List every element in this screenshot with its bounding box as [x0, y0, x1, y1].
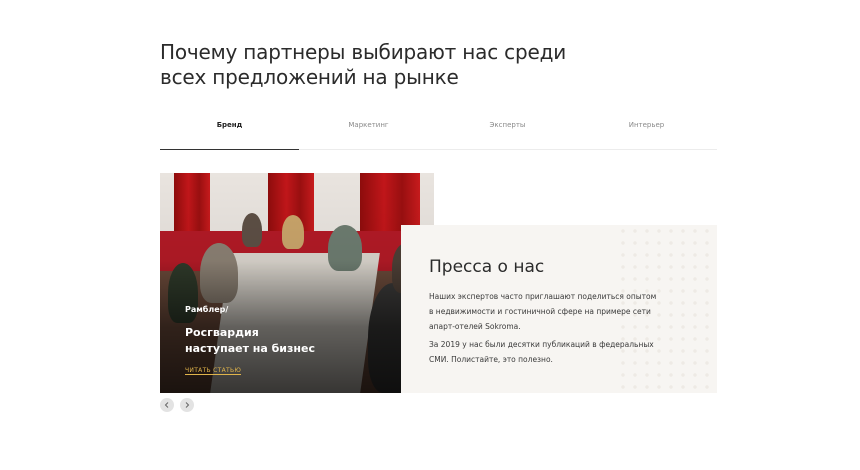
tab-interior[interactable]: Интерьер: [577, 110, 716, 150]
slider-next-button[interactable]: [180, 398, 194, 412]
article-title-line-1: Росгвардия: [185, 326, 259, 339]
section-heading: Почему партнеры выбирают нас среди всех …: [160, 40, 620, 90]
article-title-line-2: наступает на бизнес: [185, 342, 315, 355]
article-title: Росгвардия наступает на бизнес: [185, 325, 385, 357]
press-paragraph-1: Наших экспертов часто приглашают поделит…: [429, 289, 659, 334]
tab-marketing[interactable]: Маркетинг: [299, 110, 438, 150]
read-article-link[interactable]: читать статью: [185, 367, 242, 375]
press-panel: Пресса о нас Наших экспертов часто пригл…: [401, 225, 717, 393]
tab-bar: Бренд Маркетинг Эксперты Интерьер: [160, 110, 717, 150]
chevron-left-icon: [164, 402, 169, 408]
press-paragraph-1-line: Наших экспертов часто приглашают поделит…: [429, 292, 657, 301]
article-source: Рамблер/: [185, 305, 229, 314]
heading-line-1: Почему партнеры выбирают нас среди: [160, 40, 566, 64]
press-title: Пресса о нас: [429, 257, 545, 277]
slider-prev-button[interactable]: [160, 398, 174, 412]
heading-line-2: всех предложений на рынке: [160, 65, 459, 89]
press-paragraph-1-line: апарт-отелей Sokroma.: [429, 322, 521, 331]
tab-experts[interactable]: Эксперты: [438, 110, 577, 150]
chevron-right-icon: [185, 402, 190, 408]
press-paragraph-2-line: За 2019 у нас были десятки публикаций в …: [429, 340, 654, 349]
press-paragraph-1-line: в недвижимости и гостиничной сфере на пр…: [429, 307, 651, 316]
press-paragraph-2-line: СМИ. Полистайте, это полезно.: [429, 355, 553, 364]
press-paragraph-2: За 2019 у нас были десятки публикаций в …: [429, 337, 659, 367]
tab-brand[interactable]: Бренд: [160, 110, 299, 150]
slide-caption: Рамблер/ Росгвардия наступает на бизнес …: [185, 305, 385, 376]
